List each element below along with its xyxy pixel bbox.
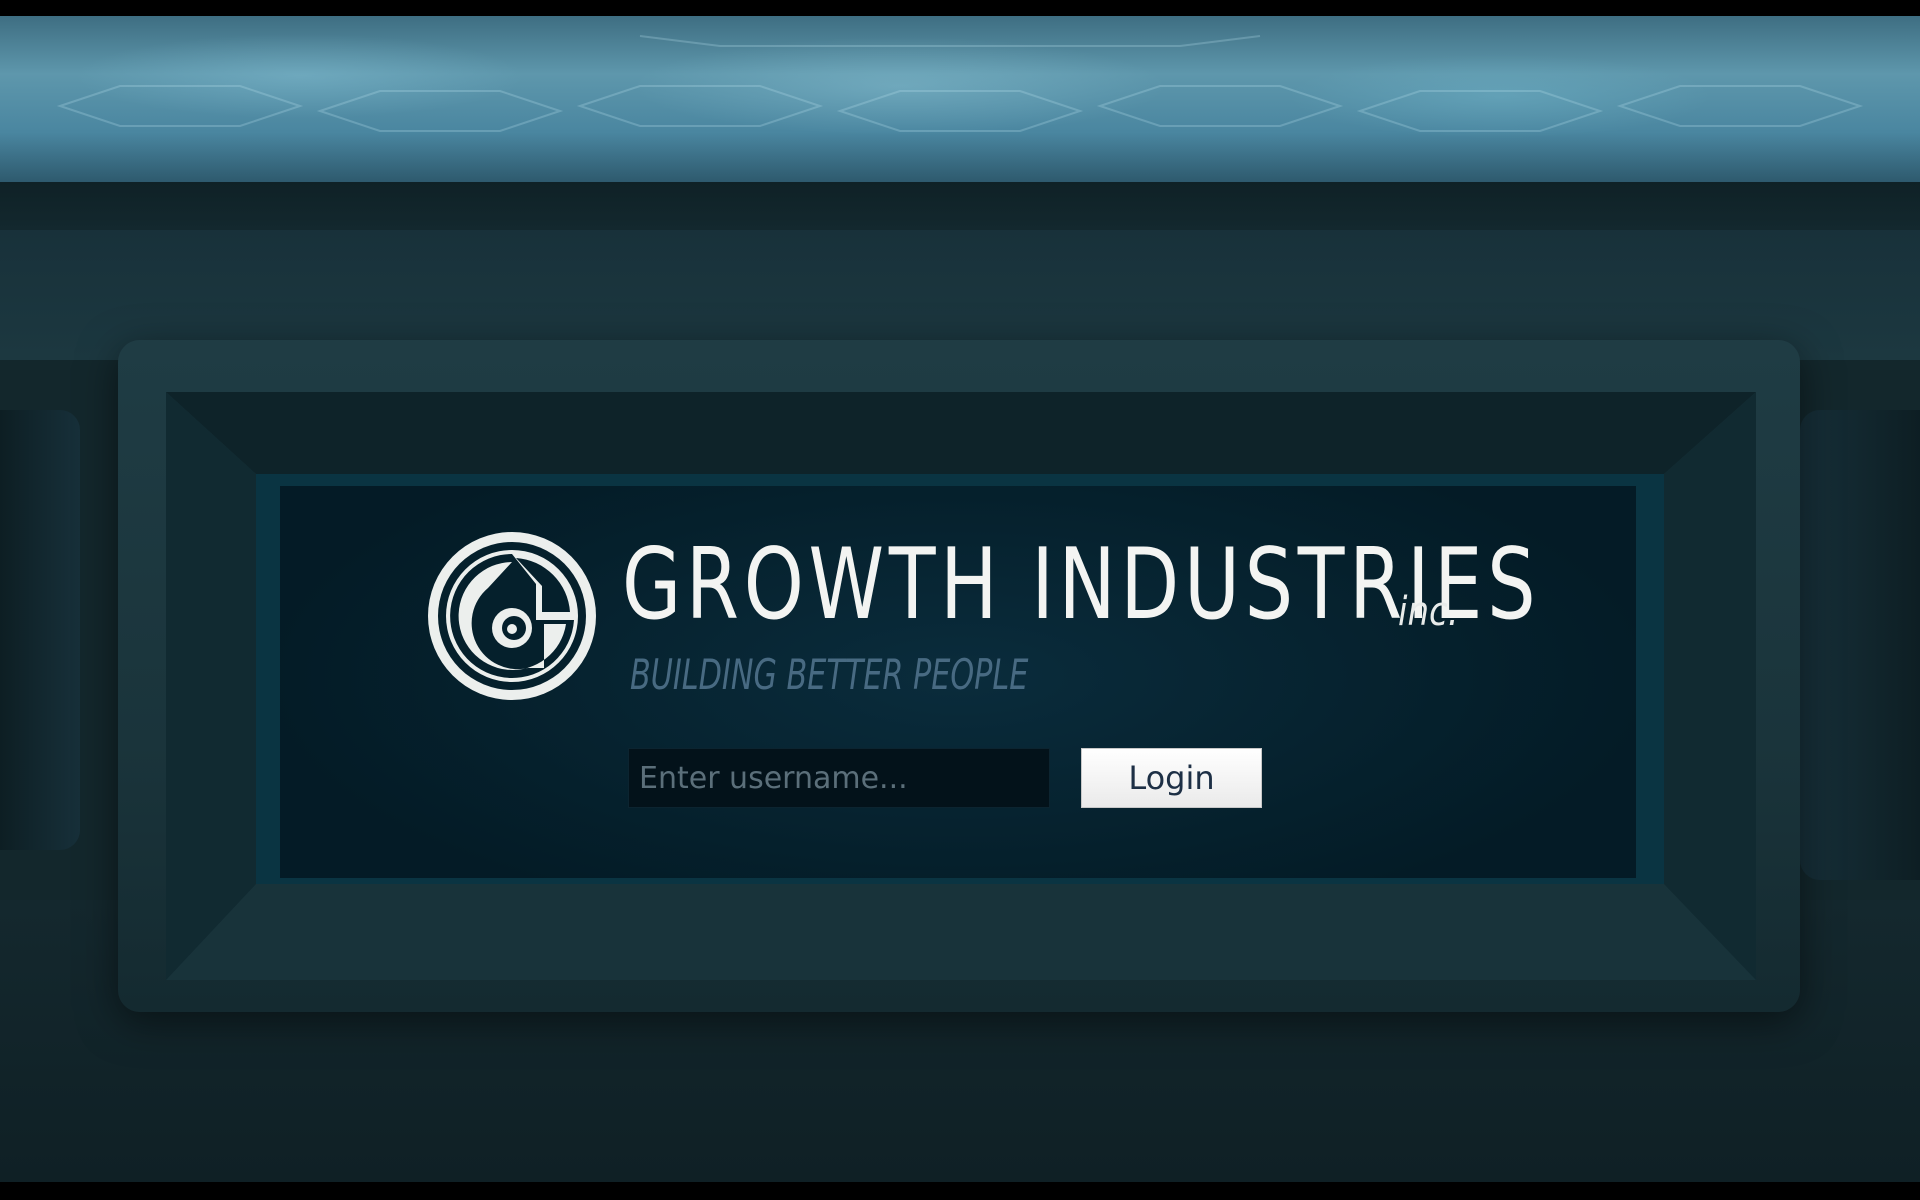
game-scene: GROWTH INDUSTRIES inc. BUILDING BETTER P… <box>0 0 1920 1200</box>
username-input[interactable] <box>628 748 1050 808</box>
company-name-heading: GROWTH INDUSTRIES <box>622 528 1541 642</box>
growth-g-logo-icon <box>424 528 600 704</box>
login-button[interactable]: Login <box>1081 748 1262 808</box>
letterbox-bottom <box>0 1182 1920 1200</box>
company-suffix: inc. <box>1398 589 1459 635</box>
company-tagline: BUILDING BETTER PEOPLE <box>630 650 1029 699</box>
